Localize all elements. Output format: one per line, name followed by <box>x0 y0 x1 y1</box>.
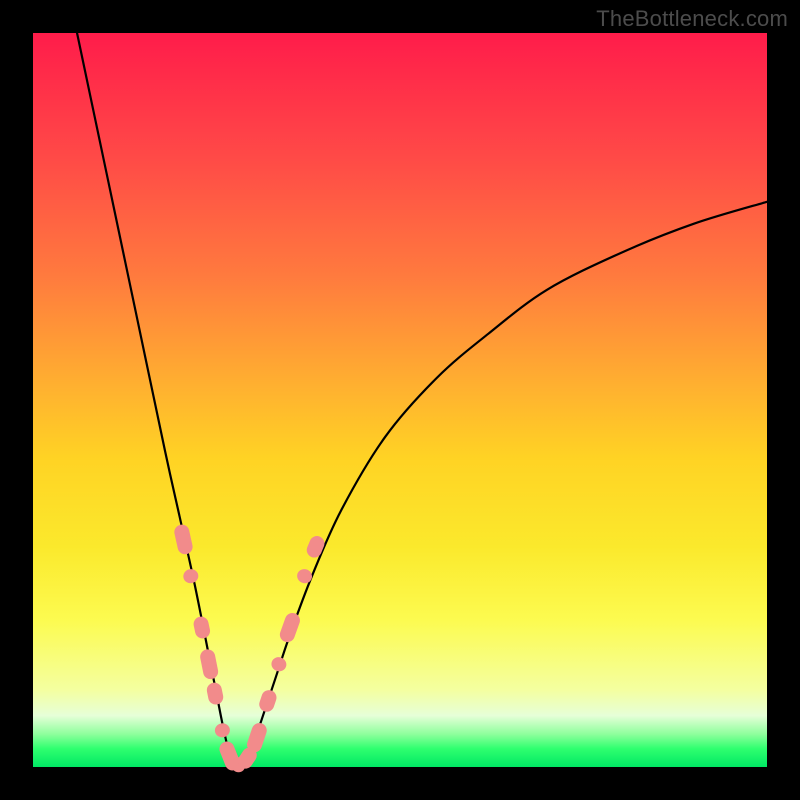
chart-frame: TheBottleneck.com <box>0 0 800 800</box>
chart-svg <box>0 0 800 800</box>
curve-line <box>77 33 767 767</box>
marker-point <box>278 611 302 644</box>
marker-point <box>214 722 232 739</box>
marker-point <box>257 688 278 714</box>
marker-point <box>304 534 326 560</box>
marker-point <box>245 721 269 754</box>
marker-point <box>295 567 314 586</box>
marker-point <box>182 568 200 585</box>
marker-point <box>173 523 194 556</box>
marker-point <box>270 655 289 673</box>
marker-point <box>192 615 211 640</box>
marker-point <box>199 648 220 680</box>
marker-point <box>206 681 225 706</box>
